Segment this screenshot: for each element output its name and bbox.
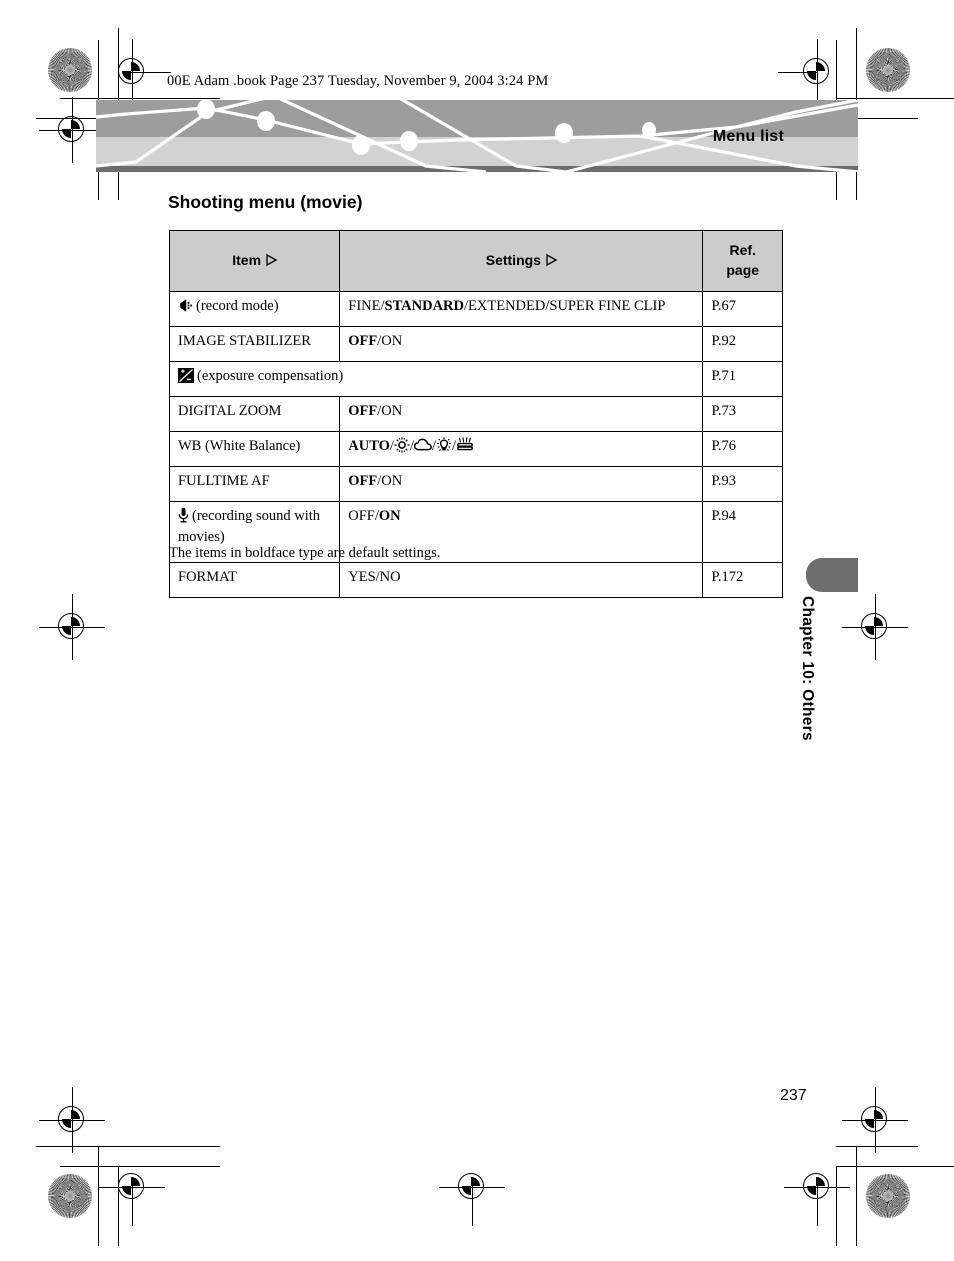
registration-crosshair-icon (105, 39, 171, 105)
table-row: WB (White Balance) AUTO/ / / / P.76 (168, 431, 783, 467)
cell-settings: OFF/ON (339, 396, 704, 432)
crop-mark-line (856, 1146, 857, 1246)
cell-settings: OFF/ON (339, 326, 704, 362)
cell-item-label: WB (White Balance) (178, 438, 301, 454)
registration-crosshair-icon (39, 97, 105, 163)
cell-settings: FINE/STANDARD/EXTENDED/SUPER FINE CLIP (339, 291, 704, 327)
cell-settings: OFF/ON (339, 466, 704, 502)
settings-part: FINE/ (348, 298, 385, 314)
column-header-settings: Settings (339, 230, 704, 292)
crop-mark-line (836, 1166, 954, 1167)
table-row: DIGITAL ZOOM OFF/ON P.73 (168, 396, 783, 432)
registration-crosshair-icon (784, 1160, 850, 1226)
settings-part-default: OFF (348, 403, 378, 419)
registration-crosshair-icon (39, 1087, 105, 1153)
shooting-menu-table: Item Settings Ref. page (record mode) FI… (168, 230, 783, 598)
settings-part-default: OFF (348, 333, 378, 349)
settings-part: /EXTENDED/SUPER FINE CLIP (464, 298, 666, 314)
table-row: (record mode) FINE/STANDARD/EXTENDED/SUP… (168, 291, 783, 327)
banner-title: Menu list (712, 128, 784, 145)
crop-mark-line (98, 1146, 99, 1246)
cell-item-label: IMAGE STABILIZER (178, 333, 311, 349)
cell-item-label: FORMAT (178, 569, 237, 585)
settings-part-default: STANDARD (384, 298, 465, 314)
cell-item-label: DIGITAL ZOOM (178, 403, 282, 419)
cell-ref-page: P.94 (702, 501, 783, 563)
table-row: FORMAT YES/NO P.172 (168, 562, 783, 598)
cell-item: FULLTIME AF (168, 466, 341, 502)
column-header-item: Item (168, 230, 341, 292)
registration-starburst-icon (866, 1174, 910, 1218)
cell-settings: AUTO/ / / / (339, 431, 704, 467)
settings-part: /ON (377, 403, 403, 419)
cell-item-spanning: (exposure compensation) (168, 361, 704, 397)
microphone-icon (178, 507, 189, 523)
column-header-settings-label: Settings (485, 251, 541, 268)
cell-item-label: FULLTIME AF (178, 473, 270, 489)
settings-part-default: OFF (348, 473, 378, 489)
column-header-item-label: Item (232, 251, 262, 268)
column-header-ref-page: Ref. page (702, 230, 783, 292)
exposure-compensation-icon (178, 368, 194, 383)
record-mode-icon (178, 298, 193, 313)
page-header-banner: Menu list (96, 100, 858, 172)
settings-part-default: ON (378, 508, 401, 524)
cell-ref-page: P.92 (702, 326, 783, 362)
registration-crosshair-icon (99, 1160, 165, 1226)
chapter-label: Chapter 10: Others (799, 596, 816, 741)
book-info-line: 00E Adam .book Page 237 Tuesday, Novembe… (167, 73, 549, 89)
cell-item: FORMAT (168, 562, 341, 598)
cell-item: DIGITAL ZOOM (168, 396, 341, 432)
table-row: FULLTIME AF OFF/ON P.93 (168, 466, 783, 502)
cell-ref-page: P.67 (702, 291, 783, 327)
column-header-ref-line1: Ref. (729, 242, 756, 259)
chapter-tab-marker (806, 558, 858, 592)
registration-starburst-icon (48, 1174, 92, 1218)
settings-part: OFF/ (348, 508, 379, 524)
crop-mark-line (836, 98, 954, 99)
registration-starburst-icon (866, 48, 910, 92)
table-row: IMAGE STABILIZER OFF/ON P.92 (168, 326, 783, 362)
settings-part: YES/NO (348, 569, 401, 585)
settings-part: /ON (377, 333, 403, 349)
settings-part: /ON (377, 473, 403, 489)
cell-item: IMAGE STABILIZER (168, 326, 341, 362)
cell-ref-page: P.172 (702, 562, 783, 598)
page-number: 237 (780, 1087, 807, 1104)
cell-settings: YES/NO (339, 562, 704, 598)
registration-starburst-icon (48, 48, 92, 92)
incandescent-bulb-icon (436, 437, 452, 453)
cell-item-label: (recording sound with movies) (178, 508, 321, 545)
registration-crosshair-icon (439, 1160, 505, 1226)
section-title: Shooting menu (movie) (168, 192, 363, 212)
table-header-row: Item Settings Ref. page (168, 230, 783, 292)
default-settings-note: The items in boldface type are default s… (169, 545, 441, 561)
triangle-right-icon (266, 252, 278, 272)
overcast-cloud-icon (413, 437, 432, 453)
column-header-ref-line2: page (726, 262, 760, 278)
triangle-right-icon (546, 252, 558, 272)
table-row: (exposure compensation) P.71 (168, 361, 783, 397)
registration-crosshair-icon (842, 1087, 908, 1153)
cell-ref-page: P.73 (702, 396, 783, 432)
registration-crosshair-icon (842, 594, 908, 660)
cell-ref-page: P.76 (702, 431, 783, 467)
cell-ref-page: P.71 (702, 361, 783, 397)
settings-part-default: AUTO (348, 438, 390, 454)
fluorescent-lamp-icon (456, 437, 474, 453)
cell-ref-page: P.93 (702, 466, 783, 502)
cell-item: (record mode) (168, 291, 341, 327)
registration-crosshair-icon (778, 39, 844, 105)
cell-item-label: (record mode) (196, 298, 279, 314)
daylight-sun-icon (394, 437, 410, 453)
cell-item: WB (White Balance) (168, 431, 341, 467)
cell-item-label: (exposure compensation) (197, 368, 344, 384)
registration-crosshair-icon (39, 594, 105, 660)
